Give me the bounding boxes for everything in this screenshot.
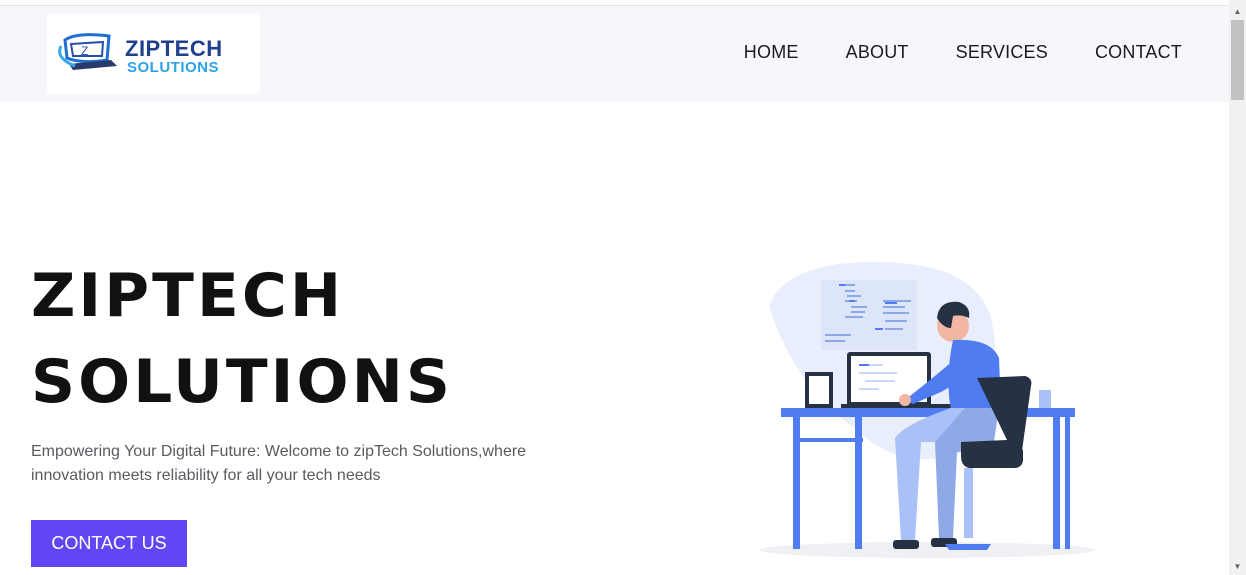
logo-mark-letter: Z <box>81 44 88 58</box>
hero-title-line1: ZIPTECH <box>31 266 341 326</box>
nav-contact-link[interactable]: CONTACT <box>1095 42 1182 63</box>
main-nav: HOME ABOUT SERVICES CONTACT <box>744 42 1182 63</box>
hero-title-line1-text: ZIPTECH <box>31 261 345 331</box>
logo-line1: ZIPTECH <box>125 36 223 61</box>
scrollbar-thumb[interactable] <box>1231 20 1244 100</box>
page-scrollbar[interactable]: ▲ ▼ <box>1229 0 1246 575</box>
nav-home-link[interactable]: HOME <box>744 42 799 63</box>
contact-us-button[interactable]: CONTACT US <box>31 520 187 567</box>
hero-title-line2: SOLUTIONS <box>31 352 450 412</box>
developer-at-desk-illustration <box>755 258 1100 563</box>
hero-tagline: Empowering Your Digital Future: Welcome … <box>31 443 527 484</box>
nav-services-link[interactable]: SERVICES <box>956 42 1048 63</box>
site-header: Z ZIPTECH SOLUTIONS HOME ABOUT SERVICES … <box>0 6 1229 102</box>
site-logo[interactable]: Z ZIPTECH SOLUTIONS <box>47 14 260 94</box>
logo-line2: SOLUTIONS <box>127 59 219 76</box>
scroll-up-arrow-icon[interactable]: ▲ <box>1229 6 1246 18</box>
scroll-down-arrow-icon[interactable]: ▼ <box>1229 561 1246 573</box>
nav-about-link[interactable]: ABOUT <box>846 42 909 63</box>
ziptech-logo-icon: Z ZIPTECH SOLUTIONS <box>58 33 223 76</box>
hero-title-line2-text: SOLUTIONS <box>31 347 453 417</box>
